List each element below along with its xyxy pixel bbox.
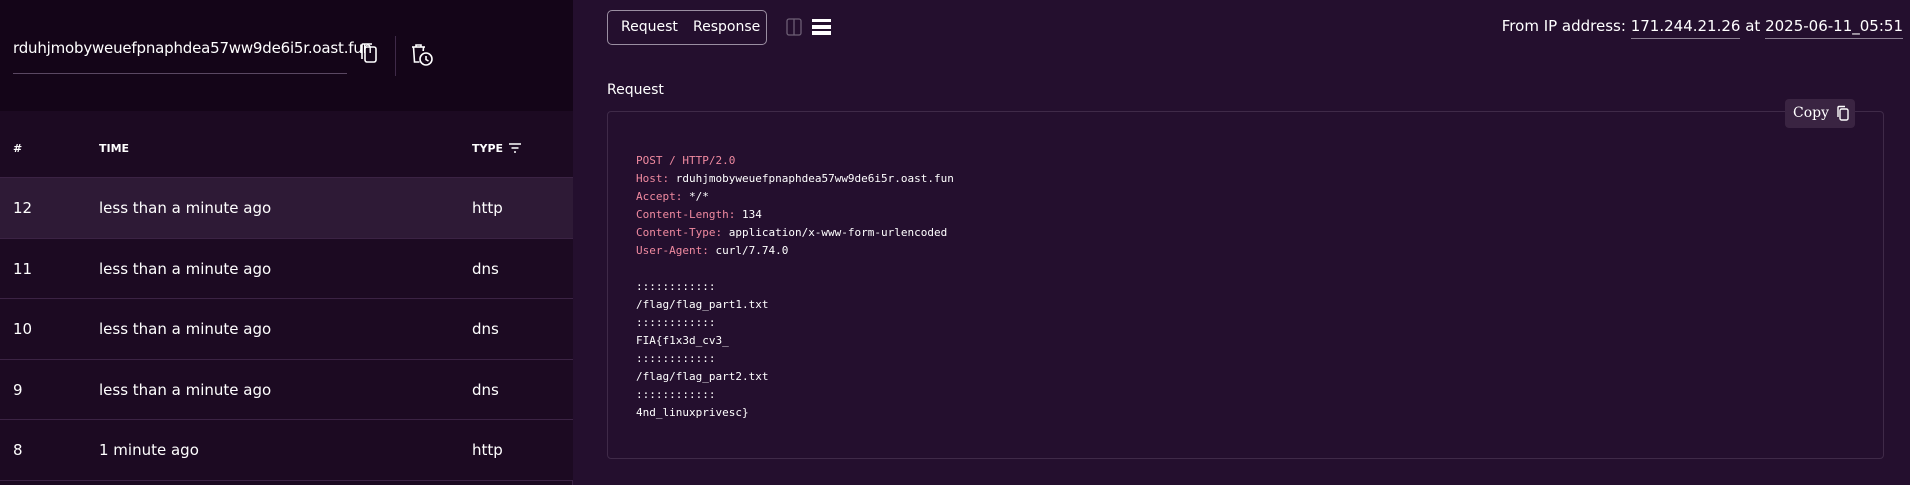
header-key: Content-Length: [636, 208, 736, 221]
interaction-domain[interactable]: rduhjmobyweuefpnaphdea57ww9de6i5r.oast.f… [13, 39, 372, 57]
row-number: 10 [13, 320, 33, 338]
url-bar: rduhjmobyweuefpnaphdea57ww9de6i5r.oast.f… [0, 0, 573, 111]
row-number: 11 [13, 259, 33, 278]
column-header-type: TYPE [472, 142, 504, 155]
body-line: :::::::::::: [636, 352, 716, 365]
body-line: /flag/flag_part1.txt [636, 298, 769, 311]
column-header-time: TIME [99, 142, 130, 155]
copy-icon [1837, 105, 1849, 121]
request-line: POST / HTTP/2.0 [636, 154, 736, 167]
row-type: http [472, 441, 503, 459]
request-content-box: Copy POST / HTTP/2.0 Host: rduhjmobyweue… [607, 99, 1884, 459]
row-time: less than a minute ago [99, 199, 272, 217]
body-line: FIA{f1x3d_cv3_ [636, 334, 729, 347]
body-line: :::::::::::: [636, 280, 716, 293]
request-section-title: Request [607, 82, 664, 98]
row-time: 1 minute ago [99, 441, 199, 459]
request-response-toggle: Request Response [607, 10, 767, 45]
header-key: Content-Type: [636, 226, 723, 239]
source-info: From IP address: 171.244.21.26 at 2025-0… [1501, 17, 1903, 39]
body-line: :::::::::::: [636, 388, 716, 401]
row-number: 12 [13, 199, 33, 217]
header-key: User-Agent: [636, 244, 709, 257]
row-time: less than a minute ago [99, 380, 272, 399]
row-time: less than a minute ago [99, 320, 272, 338]
interactions-table: 12 less than a minute ago http 11 less t… [0, 178, 573, 481]
table-row[interactable]: 12 less than a minute ago http [0, 178, 573, 239]
domain-underline [13, 73, 347, 74]
row-type: http [472, 199, 503, 217]
table-header: # TIME TYPE [0, 111, 573, 178]
toolbar-divider [395, 36, 396, 76]
header-key: Accept: [636, 190, 683, 203]
row-type: dns [472, 320, 499, 338]
table-row[interactable]: 8 1 minute ago http [0, 420, 573, 481]
row-number: 9 [13, 380, 23, 399]
body-line: :::::::::::: [636, 316, 716, 329]
column-header-number: # [13, 142, 23, 155]
raw-request: POST / HTTP/2.0 Host: rduhjmobyweuefpnap… [636, 152, 954, 422]
clear-history-icon[interactable] [409, 42, 435, 68]
header-value: 134 [741, 208, 762, 221]
copy-button-label: Copy [1793, 105, 1830, 121]
source-ip: 171.244.21.26 [1630, 17, 1741, 39]
header-value: application/x-www-form-urlencoded [728, 226, 948, 239]
table-row[interactable]: 9 less than a minute ago dns [0, 359, 573, 420]
row-number: 8 [13, 441, 23, 459]
body-line: 4nd_linuxprivesc} [636, 406, 749, 419]
table-row[interactable]: 11 less than a minute ago dns [0, 238, 573, 299]
tab-response[interactable]: Response [693, 19, 760, 35]
table-row[interactable]: 10 less than a minute ago dns [0, 299, 573, 360]
filter-icon[interactable] [508, 142, 522, 154]
at-label: at [1745, 17, 1761, 35]
header-key: Host: [636, 172, 670, 185]
from-ip-label: From IP address: [1501, 17, 1626, 35]
row-type: dns [472, 259, 499, 278]
body-line: /flag/flag_part2.txt [636, 370, 769, 383]
copy-domain-icon[interactable] [359, 42, 381, 66]
interaction-timestamp: 2025-06-11_05:51 [1765, 17, 1903, 39]
copy-button[interactable]: Copy [1785, 99, 1855, 128]
interactions-panel: rduhjmobyweuefpnaphdea57ww9de6i5r.oast.f… [0, 0, 573, 485]
header-value: */* [688, 190, 709, 203]
tab-request[interactable]: Request [621, 19, 678, 35]
header-value: curl/7.74.0 [715, 244, 789, 257]
split-view-icon[interactable] [786, 18, 802, 36]
stacked-view-icon[interactable] [812, 19, 831, 35]
row-type: dns [472, 380, 499, 399]
row-time: less than a minute ago [99, 259, 272, 278]
header-value: rduhjmobyweuefpnaphdea57ww9de6i5r.oast.f… [675, 172, 954, 185]
